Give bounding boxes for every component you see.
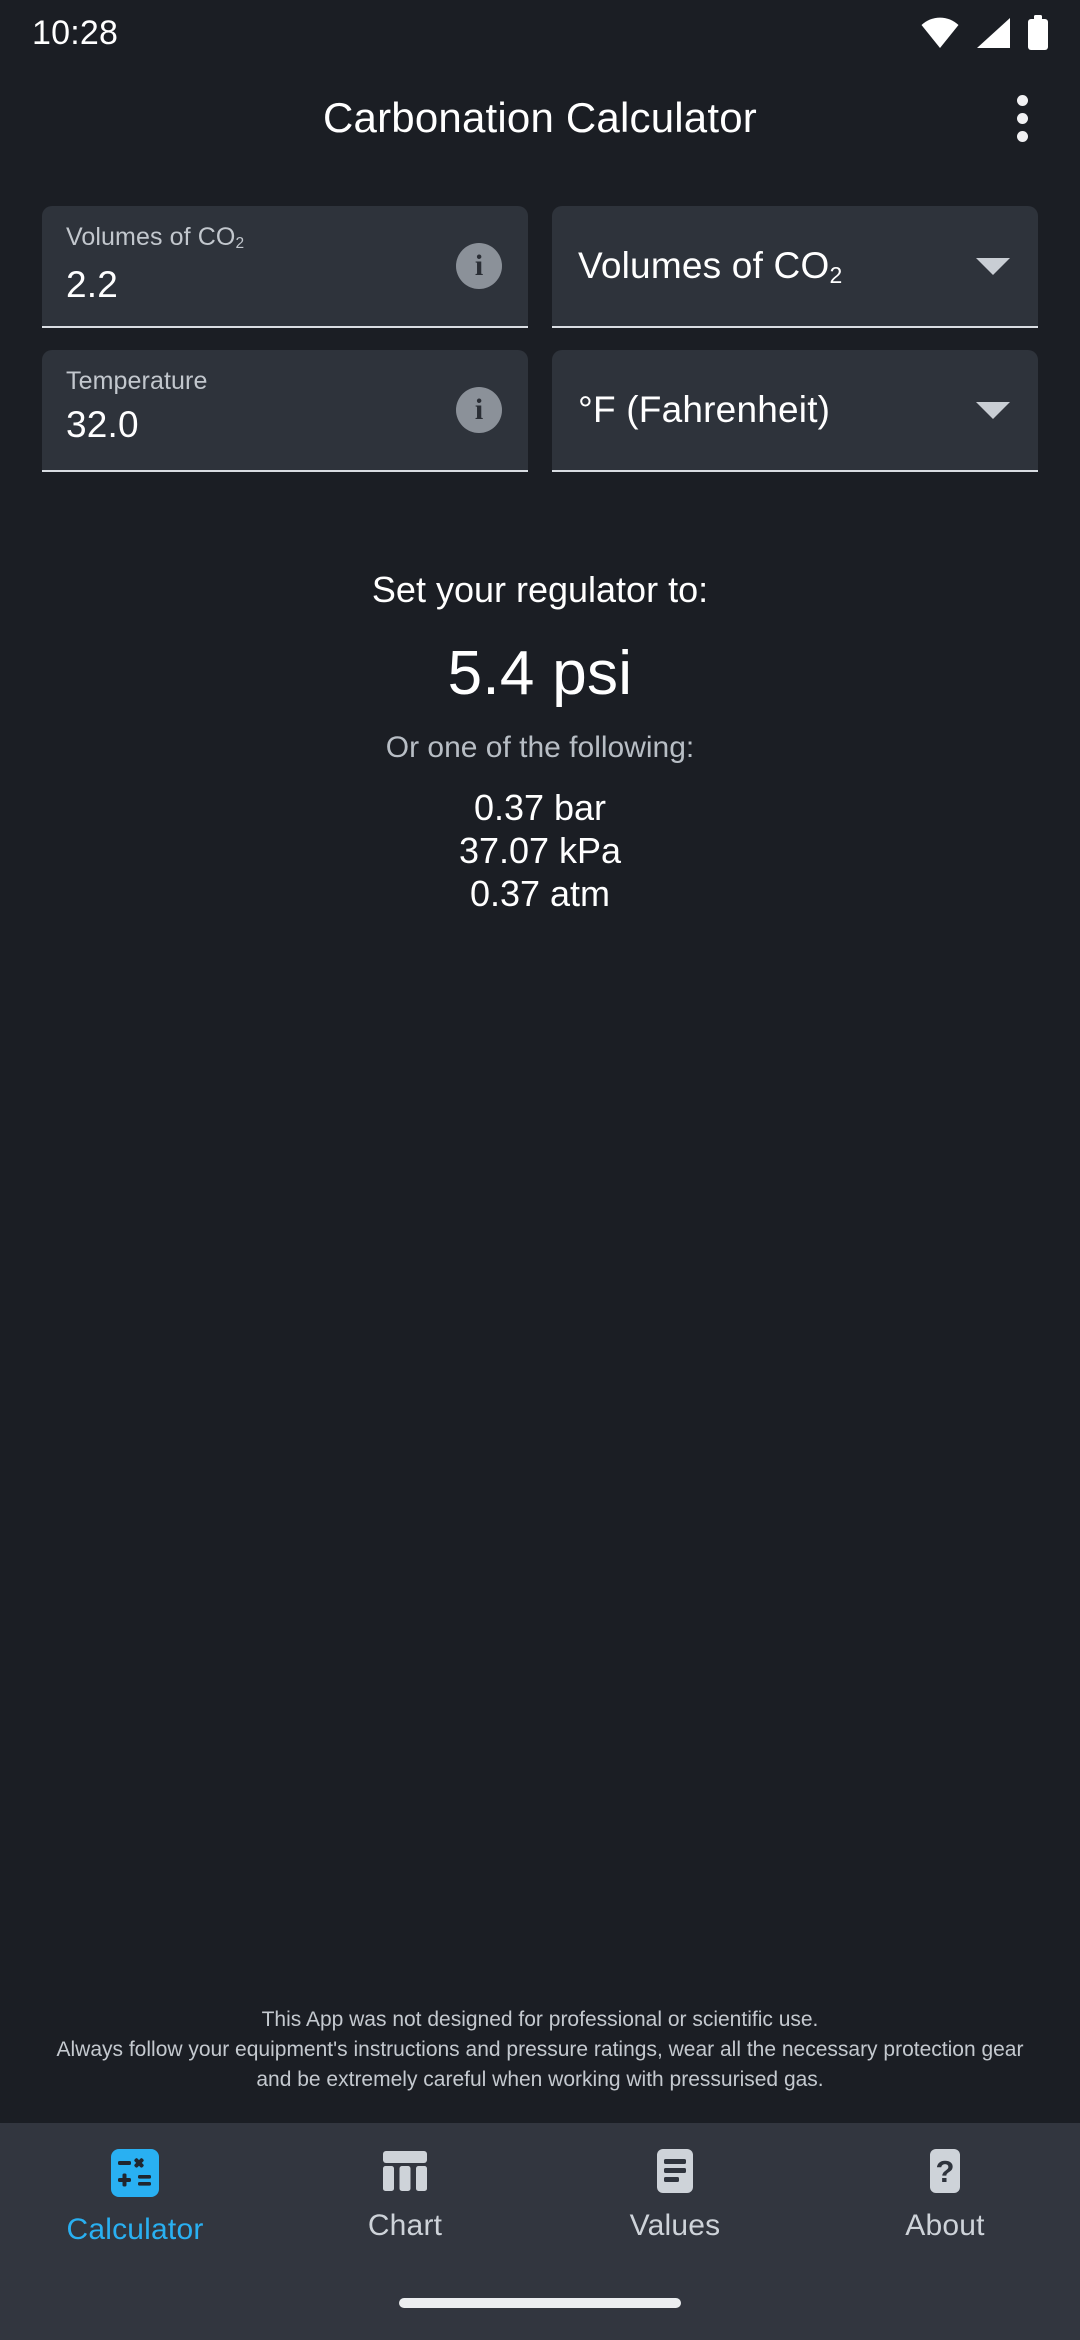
page-title: Carbonation Calculator [323,94,757,141]
overflow-dot [1016,130,1028,142]
overflow-dot [1016,112,1028,124]
disclaimer-line-1: This App was not designed for profession… [261,2008,819,2031]
overflow-dot [1016,94,1028,106]
nav-label-calculator: Calculator [66,2213,204,2246]
svg-text:?: ? [936,2154,955,2189]
system-gesture-area [0,2266,1080,2340]
volumes-unit-selected: Volumes of CO2 [578,245,843,289]
list-item: 37.07 kPa [458,830,622,871]
status-bar-clock: 10:28 [32,13,119,52]
calculator-icon [111,2149,159,2197]
app-screen: 10:28 Carbonation Calculator Volumes of … [0,0,1080,2340]
nav-item-about[interactable]: ? About [810,2145,1080,2243]
question-mark-icon: ? [930,2149,960,2193]
list-icon [657,2149,693,2193]
chart-icon [383,2151,427,2191]
cellular-signal-icon [977,18,1010,48]
temperature-unit-dropdown[interactable]: °F (Fahrenheit) [552,350,1038,472]
result-primary-value: 5.4 psi [447,639,633,708]
alternatives-label: Or one of the following: [385,731,695,764]
temperature-row: Temperature 32.0 i °F (Fahrenheit) [42,350,1038,472]
bottom-navigation-bar: Calculator Chart Values ? About [0,2123,1080,2266]
volumes-row: Volumes of CO2 2.2 i Volumes of CO2 [42,206,1038,328]
temperature-label: Temperature [66,367,208,395]
nav-label-about: About [905,2209,985,2242]
temperature-input[interactable]: Temperature 32.0 i [42,350,528,472]
nav-label-chart: Chart [367,2209,443,2242]
volumes-of-co2-value: 2.2 [66,264,119,305]
result-prompt: Set your regulator to: [371,569,709,610]
disclaimer-text: This App was not designed for profession… [0,2005,1080,2123]
nav-item-chart[interactable]: Chart [270,2145,540,2243]
list-item: 0.37 bar [473,787,607,828]
status-bar: 10:28 [0,0,1080,66]
app-bar: Carbonation Calculator [0,66,1080,170]
overflow-menu-button[interactable] [986,82,1058,154]
nav-label-values: Values [629,2209,721,2242]
disclaimer-line-2: Always follow your equipment's instructi… [56,2038,1024,2061]
wifi-icon [921,17,959,48]
status-bar-icons [920,15,1050,51]
battery-icon [1028,15,1048,50]
result-panel: Set your regulator to: 5.4 psi Or one of… [0,566,1080,915]
list-item: 0.37 atm [469,873,611,914]
info-icon[interactable]: i [456,243,502,289]
volumes-of-co2-label: Volumes of CO2 [66,223,245,253]
chevron-down-icon [976,257,1010,275]
volumes-of-co2-input[interactable]: Volumes of CO2 2.2 i [42,206,528,328]
info-icon[interactable]: i [456,387,502,433]
nav-item-values[interactable]: Values [540,2145,810,2243]
volumes-unit-dropdown[interactable]: Volumes of CO2 [552,206,1038,328]
temperature-unit-selected: °F (Fahrenheit) [578,389,831,430]
gesture-home-bar[interactable] [399,2298,681,2308]
disclaimer-line-3: and be extremely careful when working wi… [256,2068,824,2091]
temperature-value: 32.0 [66,404,139,445]
chevron-down-icon [976,401,1010,419]
nav-item-calculator[interactable]: Calculator [0,2145,270,2247]
input-form: Volumes of CO2 2.2 i Volumes of CO2 Temp… [0,170,1080,494]
alternatives-list: 0.37 bar 37.07 kPa 0.37 atm [0,786,1080,915]
